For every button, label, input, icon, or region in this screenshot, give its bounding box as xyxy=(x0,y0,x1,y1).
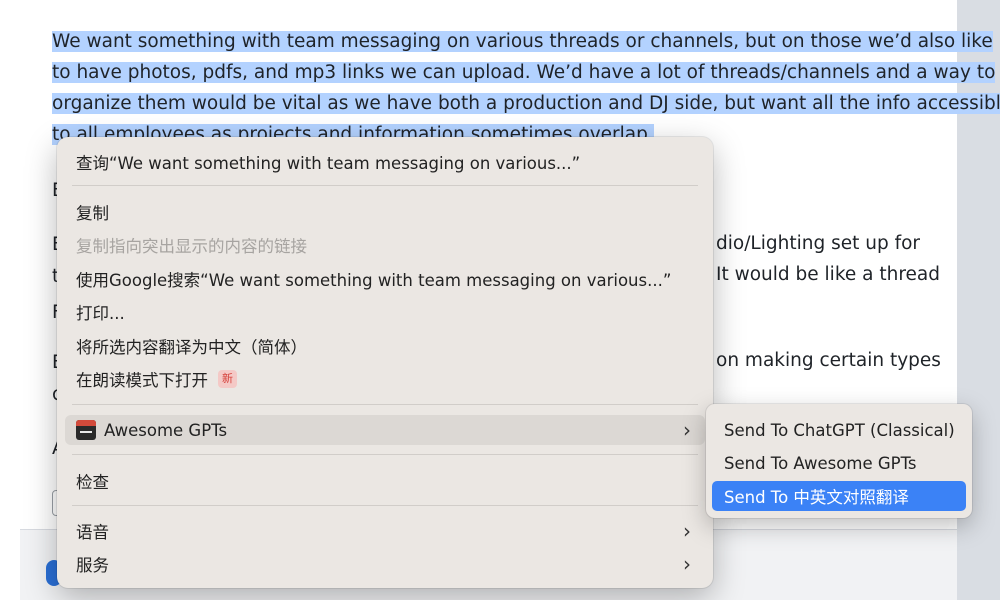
submenu-item-label: Send To Awesome GPTs xyxy=(724,453,917,473)
menu-item-lookup[interactable]: 查询“We want something with team messaging… xyxy=(65,147,705,177)
menu-item-label: 打印... xyxy=(76,304,125,323)
submenu-item-send-to-awesome-gpts[interactable]: Send To Awesome GPTs xyxy=(712,448,966,478)
menu-item-label: Awesome GPTs xyxy=(104,420,228,440)
selected-paragraph[interactable]: We want something with team messaging on… xyxy=(52,26,1000,150)
menu-separator xyxy=(72,404,698,405)
menu-separator xyxy=(72,185,698,186)
menu-item-label: 使用Google搜索“We want something with team m… xyxy=(76,271,672,290)
menu-item-print[interactable]: 打印... xyxy=(65,297,705,327)
menu-item-label: 语音 xyxy=(76,523,109,542)
paragraph-line: organize them would be vital as we have … xyxy=(52,93,1000,114)
paragraph-line: to have photos, pdfs, and mp3 links we c… xyxy=(52,62,996,83)
menu-item-reading-mode[interactable]: 在朗读模式下打开 新 xyxy=(65,364,705,394)
menu-item-label: 将所选内容翻译为中文（简体） xyxy=(76,338,307,357)
submenu-item-label: Send To 中英文对照翻译 xyxy=(724,488,909,507)
submenu-item-send-to-chatgpt[interactable]: Send To ChatGPT (Classical) xyxy=(712,415,966,445)
menu-separator xyxy=(72,505,698,506)
chevron-right-icon: › xyxy=(683,552,691,576)
new-badge: 新 xyxy=(218,370,237,388)
submenu-item-send-to-translation[interactable]: Send To 中英文对照翻译 xyxy=(712,481,966,511)
menu-item-label: 在朗读模式下打开 xyxy=(76,371,208,390)
chevron-right-icon: › xyxy=(683,418,691,442)
menu-item-awesome-gpts[interactable]: Awesome GPTs › xyxy=(65,415,705,445)
awesome-gpts-submenu: Send To ChatGPT (Classical) Send To Awes… xyxy=(706,404,972,518)
menu-item-label: 复制指向突出显示的内容的链接 xyxy=(76,237,307,256)
menu-item-speech[interactable]: 语音 › xyxy=(65,516,705,546)
menu-item-google-search[interactable]: 使用Google搜索“We want something with team m… xyxy=(65,264,705,294)
paragraph-text-right: on making certain types xyxy=(716,350,941,371)
menu-item-copy[interactable]: 复制 xyxy=(65,197,705,227)
menu-item-label: 服务 xyxy=(76,556,109,575)
paragraph-text-right: dio/Lighting set up for xyxy=(716,233,921,254)
menu-separator xyxy=(72,454,698,455)
menu-item-inspect[interactable]: 检查 xyxy=(65,466,705,496)
menu-item-label: 复制 xyxy=(76,204,109,223)
menu-item-copy-link-to-highlight: 复制指向突出显示的内容的链接 xyxy=(65,230,705,260)
paragraph-line: We want something with team messaging on… xyxy=(52,31,993,52)
menu-item-services[interactable]: 服务 › xyxy=(65,549,705,579)
context-menu: 查询“We want something with team messaging… xyxy=(57,137,713,588)
submenu-item-label: Send To ChatGPT (Classical) xyxy=(724,420,955,440)
menu-item-translate[interactable]: 将所选内容翻译为中文（简体） xyxy=(65,331,705,361)
menu-item-label: 检查 xyxy=(76,473,109,492)
awesome-gpts-app-icon xyxy=(76,420,96,440)
menu-item-label: 查询“We want something with team messaging… xyxy=(76,154,581,173)
chevron-right-icon: › xyxy=(683,519,691,543)
paragraph-text-right: It would be like a thread xyxy=(716,264,940,285)
